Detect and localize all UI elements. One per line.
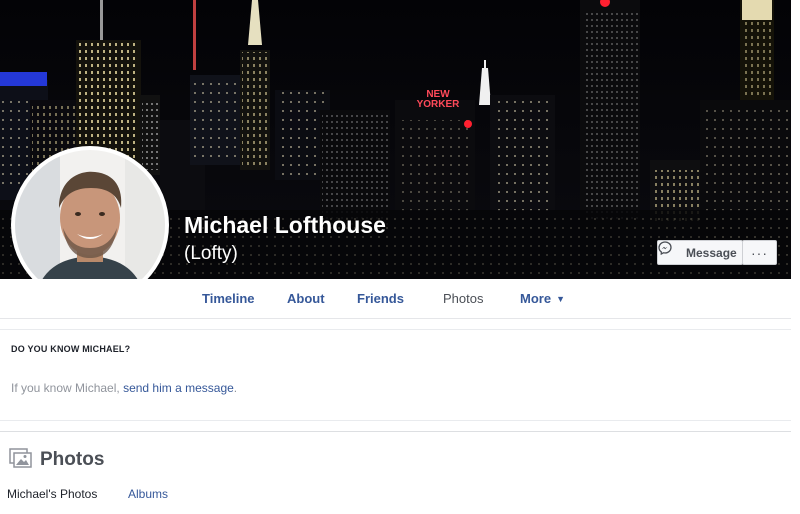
tab-michaels-photos[interactable]: Michael's Photos (7, 487, 97, 501)
tab-timeline[interactable]: Timeline (202, 291, 255, 306)
photos-icon (9, 448, 32, 468)
messenger-icon (658, 241, 681, 260)
new-yorker-sign-line2: YORKER (417, 99, 461, 110)
do-you-know-suffix: . (233, 381, 238, 395)
tab-albums[interactable]: Albums (128, 487, 168, 501)
profile-picture (15, 150, 165, 300)
profile-name[interactable]: Michael Lofthouse (184, 212, 386, 239)
do-you-know-text: If you know Michael, send him a message. (11, 381, 237, 395)
more-options-button[interactable]: ··· (742, 240, 777, 265)
profile-nav: Timeline About Friends Photos More ▼ (0, 279, 791, 319)
tab-more[interactable]: More ▼ (520, 291, 565, 306)
tab-photos[interactable]: Photos (443, 291, 483, 306)
do-you-know-prefix: If you know Michael, (11, 381, 120, 395)
do-you-know-title: DO YOU KNOW MICHAEL? (11, 344, 131, 354)
tab-about[interactable]: About (287, 291, 325, 306)
photos-heading: Photos (40, 449, 105, 470)
profile-nickname: (Lofty) (184, 243, 238, 264)
do-you-know-card: DO YOU KNOW MICHAEL? If you know Michael… (0, 329, 791, 421)
tab-friends[interactable]: Friends (357, 291, 404, 306)
send-message-link[interactable]: send him a message (123, 381, 234, 395)
photos-section: Photos Michael's Photos Albums (0, 431, 791, 514)
tab-more-label: More (520, 291, 552, 306)
message-button[interactable]: Message (657, 240, 743, 265)
chevron-down-icon: ▼ (556, 294, 565, 304)
message-button-label: Message (686, 245, 737, 260)
